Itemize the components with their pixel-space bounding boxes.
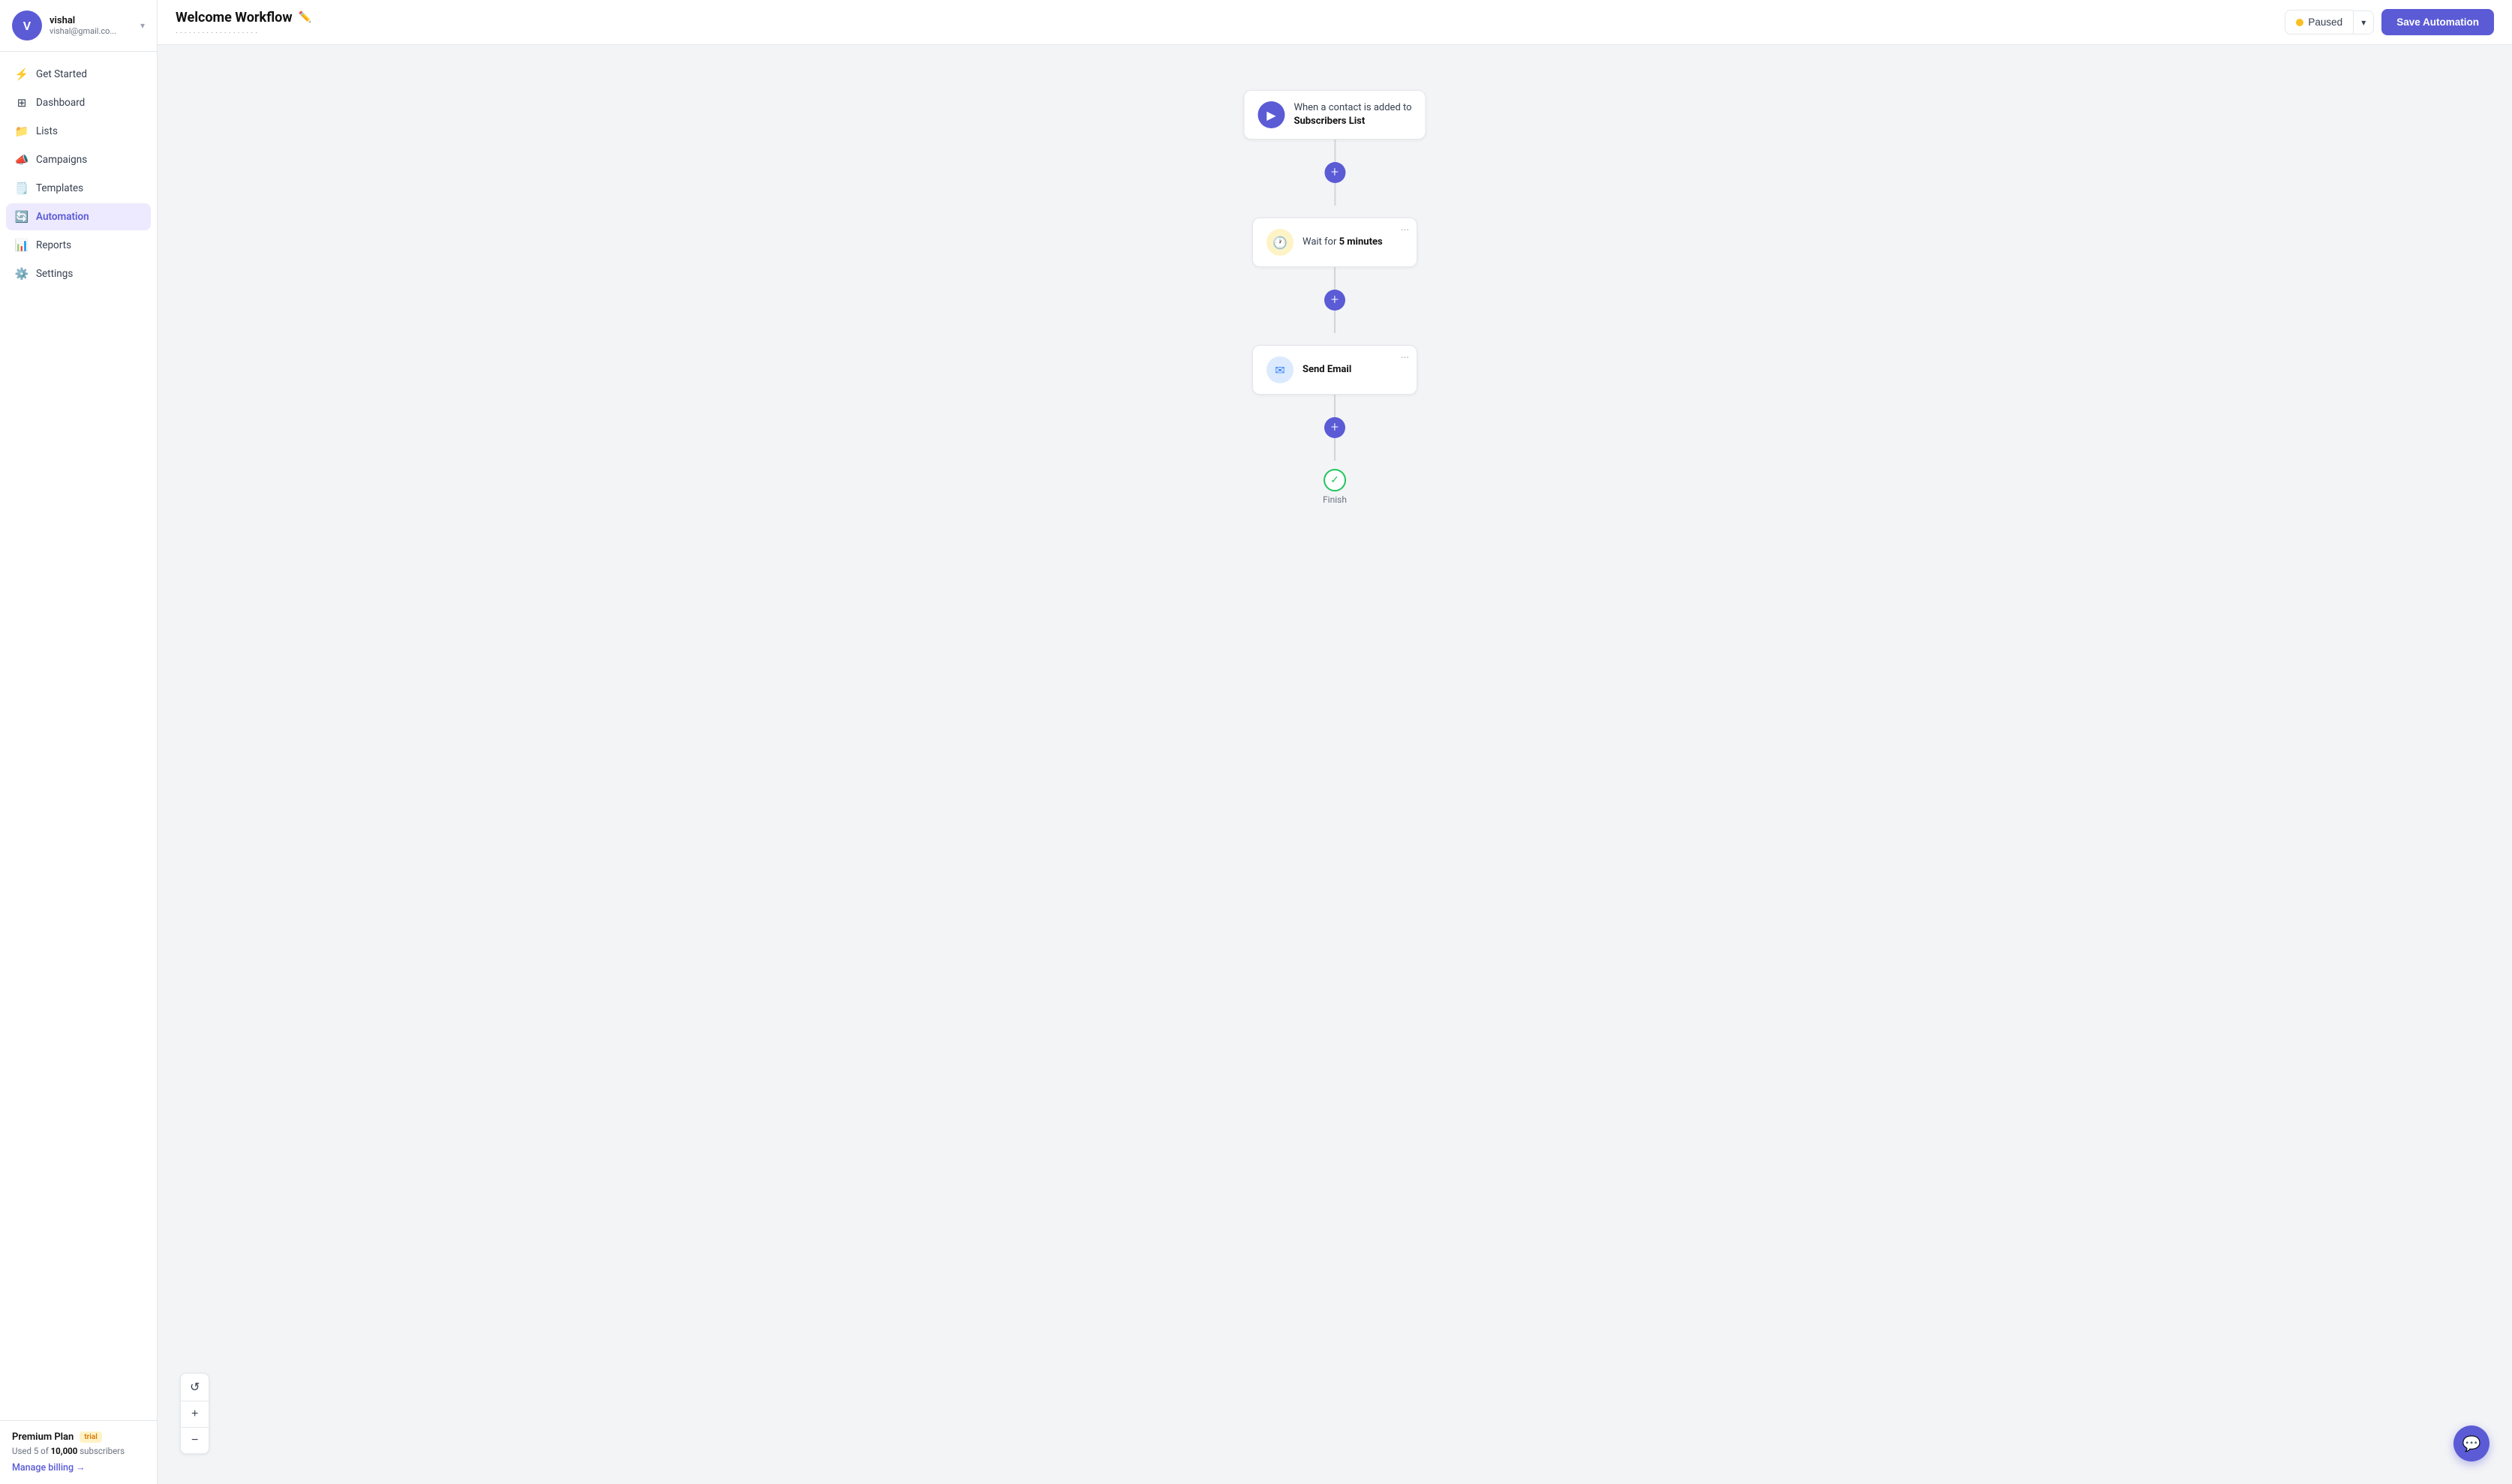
email-node-text: Send Email <box>1303 363 1351 377</box>
connector-line <box>1334 140 1336 162</box>
wait-node-container: 🕐 Wait for 5 minutes ··· + <box>1252 218 1417 333</box>
page-title: Welcome Workflow <box>176 10 293 26</box>
plan-usage: Used 5 of 10,000 subscribers <box>12 1446 145 1456</box>
header-left: Welcome Workflow ✏️ ................... <box>176 10 311 35</box>
reports-icon: 📊 <box>15 239 29 252</box>
connector-line <box>1334 267 1336 290</box>
add-step-button-3[interactable]: + <box>1324 417 1345 438</box>
avatar: V <box>12 11 42 41</box>
email-node-menu[interactable]: ··· <box>1401 352 1409 364</box>
trigger-node-text: When a contact is added toSubscribers Li… <box>1294 101 1411 128</box>
main-content: Welcome Workflow ✏️ ................... … <box>158 0 2512 1484</box>
zoom-in-icon: + <box>191 1407 198 1421</box>
sidebar-nav: ⚡ Get Started ⊞ Dashboard 📁 Lists 📣 Camp… <box>0 52 157 1420</box>
sidebar-item-label: Templates <box>36 182 83 194</box>
finish-label: Finish <box>1323 494 1347 505</box>
sidebar: V vishal vishal@gmail.co... ▾ ⚡ Get Star… <box>0 0 158 1484</box>
finish-node: ✓ Finish <box>1323 469 1347 505</box>
paused-indicator <box>2296 19 2303 26</box>
sidebar-item-label: Campaigns <box>36 154 87 166</box>
finish-node-container: ✓ Finish <box>1323 469 1347 505</box>
zoom-out-icon: − <box>191 1434 198 1447</box>
sidebar-item-lists[interactable]: 📁 Lists <box>6 118 151 145</box>
trial-badge: trial <box>80 1431 102 1443</box>
trigger-node-container: ▶ When a contact is added toSubscribers … <box>1243 90 1426 206</box>
chat-button[interactable]: 💬 <box>2453 1425 2489 1461</box>
chevron-down-icon[interactable]: ▾ <box>140 20 145 31</box>
user-info: vishal vishal@gmail.co... <box>50 15 133 36</box>
connector-line <box>1334 311 1336 333</box>
workflow-canvas: ▶ When a contact is added toSubscribers … <box>158 45 2512 1484</box>
header-actions: Paused ▾ Save Automation <box>2285 9 2494 35</box>
reset-icon: ↺ <box>190 1380 200 1395</box>
zoom-out-button[interactable]: − <box>181 1428 209 1453</box>
user-email: vishal@gmail.co... <box>50 26 133 36</box>
paused-dropdown-button[interactable]: ▾ <box>2353 11 2374 35</box>
email-node-container: ✉ Send Email ··· + <box>1252 345 1417 461</box>
connector-line <box>1334 395 1336 417</box>
sidebar-item-campaigns[interactable]: 📣 Campaigns <box>6 146 151 173</box>
sidebar-item-label: Get Started <box>36 68 87 80</box>
workflow-area: ▶ When a contact is added toSubscribers … <box>158 45 2512 1484</box>
dashboard-icon: ⊞ <box>15 96 29 110</box>
workflow-dots: ................... <box>176 26 311 35</box>
save-automation-button[interactable]: Save Automation <box>2381 9 2494 35</box>
trigger-icon: ▶ <box>1258 101 1285 128</box>
email-node[interactable]: ✉ Send Email ··· <box>1252 345 1417 395</box>
get-started-icon: ⚡ <box>15 68 29 81</box>
connector-line <box>1334 438 1336 461</box>
sidebar-footer: Premium Plan trial Used 5 of 10,000 subs… <box>0 1420 157 1484</box>
sidebar-item-label: Lists <box>36 125 58 137</box>
finish-circle-icon: ✓ <box>1324 469 1346 491</box>
sidebar-item-label: Reports <box>36 239 71 251</box>
chevron-down-icon: ▾ <box>2361 17 2366 28</box>
sidebar-item-templates[interactable]: 🗒️ Templates <box>6 175 151 202</box>
wait-node-menu[interactable]: ··· <box>1401 224 1409 236</box>
sidebar-item-reports[interactable]: 📊 Reports <box>6 232 151 259</box>
paused-button[interactable]: Paused <box>2285 10 2353 35</box>
settings-icon: ⚙️ <box>15 267 29 281</box>
sidebar-item-get-started[interactable]: ⚡ Get Started <box>6 61 151 88</box>
sidebar-item-label: Dashboard <box>36 97 85 109</box>
email-icon: ✉ <box>1267 356 1294 383</box>
wait-node-text: Wait for 5 minutes <box>1303 236 1383 249</box>
wait-node[interactable]: 🕐 Wait for 5 minutes ··· <box>1252 218 1417 267</box>
zoom-controls: ↺ + − <box>180 1373 209 1454</box>
automation-icon: 🔄 <box>15 210 29 224</box>
sidebar-item-automation[interactable]: 🔄 Automation <box>6 203 151 230</box>
username: vishal <box>50 15 133 26</box>
add-step-button-1[interactable]: + <box>1324 162 1345 183</box>
campaigns-icon: 📣 <box>15 153 29 167</box>
zoom-reset-button[interactable]: ↺ <box>181 1374 209 1401</box>
header: Welcome Workflow ✏️ ................... … <box>158 0 2512 45</box>
lists-icon: 📁 <box>15 125 29 138</box>
sidebar-header[interactable]: V vishal vishal@gmail.co... ▾ <box>0 0 157 52</box>
templates-icon: 🗒️ <box>15 182 29 195</box>
plan-label: Premium Plan <box>12 1431 74 1443</box>
sidebar-item-label: Automation <box>36 211 89 223</box>
edit-icon[interactable]: ✏️ <box>299 11 311 23</box>
sidebar-item-label: Settings <box>36 268 73 280</box>
chat-icon: 💬 <box>2462 1434 2481 1452</box>
sidebar-item-settings[interactable]: ⚙️ Settings <box>6 260 151 287</box>
connector-line <box>1334 183 1336 206</box>
zoom-in-button[interactable]: + <box>181 1401 209 1428</box>
add-step-button-2[interactable]: + <box>1324 290 1345 311</box>
manage-billing-link[interactable]: Manage billing → <box>12 1462 145 1473</box>
trigger-node[interactable]: ▶ When a contact is added toSubscribers … <box>1243 90 1426 140</box>
sidebar-item-dashboard[interactable]: ⊞ Dashboard <box>6 89 151 116</box>
wait-icon: 🕐 <box>1267 229 1294 256</box>
